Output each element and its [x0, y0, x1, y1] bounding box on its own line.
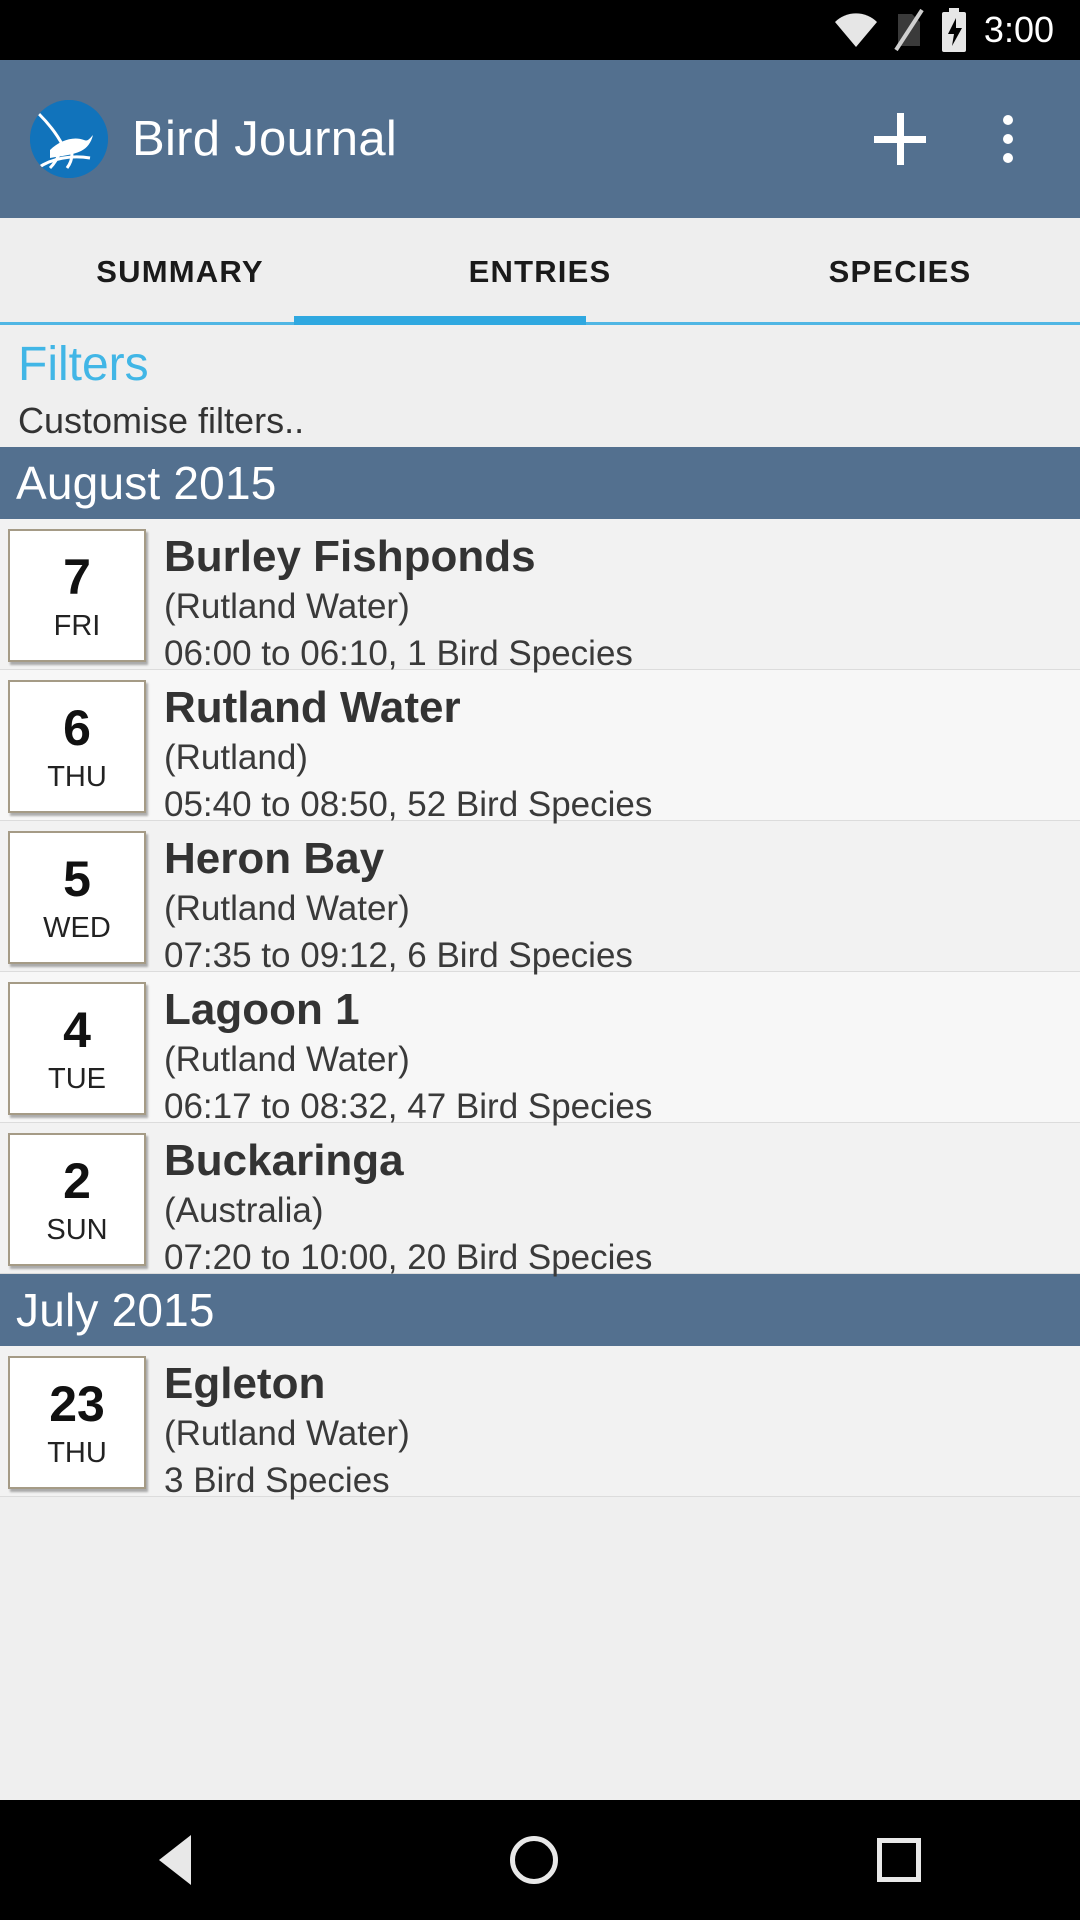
- entry-day-number: 5: [63, 850, 91, 907]
- entry-day-of-week: TUE: [48, 1062, 106, 1095]
- overflow-menu-button[interactable]: [962, 93, 1054, 185]
- tab-summary[interactable]: SUMMARY: [0, 218, 360, 325]
- entry-meta: 07:20 to 10:00, 20 Bird Species: [164, 1238, 653, 1277]
- entry-title: Lagoon 1: [164, 985, 360, 1034]
- entry-day-of-week: WED: [43, 911, 111, 944]
- entry-date-card: 6 THU: [8, 680, 146, 813]
- entry-location: (Rutland Water): [164, 587, 410, 626]
- entry-title: Heron Bay: [164, 834, 385, 883]
- wifi-icon: [834, 13, 878, 47]
- month-header: July 2015: [0, 1274, 1080, 1346]
- entry-row[interactable]: 4 TUE Lagoon 1 (Rutland Water) 06:17 to 08:3…: [0, 972, 1080, 1126]
- entry-date-card: 7 FRI: [8, 529, 146, 662]
- entry-title: Buckaringa: [164, 1136, 404, 1185]
- entry-date-card: 2 SUN: [8, 1133, 146, 1266]
- entry-date-card: 23 THU: [8, 1356, 146, 1489]
- filters-section[interactable]: Filters Customise filters..: [0, 325, 1080, 447]
- entry-body: Buckaringa (Australia) 07:20 to 10:00, 20 …: [164, 1133, 1080, 1281]
- entry-day-number: 2: [63, 1152, 91, 1209]
- entry-body: Lagoon 1 (Rutland Water) 06:17 to 08:32, 4…: [164, 982, 1080, 1130]
- entry-day-number: 4: [63, 1001, 91, 1058]
- entry-row[interactable]: 6 THU Rutland Water (Rutland) 05:40 to 08:50…: [0, 670, 1080, 824]
- app-root: 3:00 Bird Journal SUMMARY ENTRIES SPECIE…: [0, 0, 1080, 1920]
- entry-day-of-week: THU: [47, 760, 107, 793]
- entry-date-card: 4 TUE: [8, 982, 146, 1115]
- month-header: August 2015: [0, 447, 1080, 519]
- entry-day-of-week: THU: [47, 1436, 107, 1469]
- entry-location: (Australia): [164, 1191, 324, 1230]
- entry-title: Burley Fishponds: [164, 532, 536, 581]
- entry-location: (Rutland Water): [164, 1414, 410, 1453]
- entry-day-of-week: FRI: [53, 609, 101, 642]
- entries-list[interactable]: August 2015 7 FRI Burley Fishponds (Rutland …: [0, 447, 1080, 1920]
- tab-bar: SUMMARY ENTRIES SPECIES: [0, 218, 1080, 325]
- app-title: Bird Journal: [132, 112, 398, 166]
- entry-meta: 06:00 to 06:10, 1 Bird Species: [164, 634, 633, 673]
- status-bar-clock: 3:00: [983, 9, 1054, 50]
- entry-day-of-week: SUN: [46, 1213, 108, 1246]
- entry-date-card: 5 WED: [8, 831, 146, 964]
- tab-entries[interactable]: ENTRIES: [360, 218, 720, 325]
- entry-body: Heron Bay (Rutland Water) 07:35 to 09:12, …: [164, 831, 1080, 979]
- entry-row[interactable]: 5 WED Heron Bay (Rutland Water) 07:35 to 09:…: [0, 821, 1080, 975]
- entry-body: Burley Fishponds (Rutland Water) 06:00 to …: [164, 529, 1080, 677]
- entry-location: (Rutland Water): [164, 889, 410, 928]
- status-bar: 3:00: [0, 0, 1080, 60]
- battery-charging-icon: [940, 8, 968, 52]
- app-bar: Bird Journal: [0, 60, 1080, 218]
- entry-body: Egleton (Rutland Water) 3 Bird Species: [164, 1356, 1080, 1504]
- entry-meta: 3 Bird Species: [164, 1461, 390, 1500]
- entry-row[interactable]: 2 SUN Buckaringa (Australia) 07:20 to 10:00,…: [0, 1123, 1080, 1277]
- tab-species[interactable]: SPECIES: [720, 218, 1080, 325]
- bird-logo-icon: [30, 100, 108, 178]
- entry-title: Egleton: [164, 1359, 326, 1408]
- entry-meta: 07:35 to 09:12, 6 Bird Species: [164, 936, 633, 975]
- entry-row[interactable]: 23 THU Egleton (Rutland Water) 3 Bird Specie…: [0, 1346, 1080, 1500]
- entry-day-number: 6: [63, 699, 91, 756]
- entry-day-number: 7: [63, 548, 91, 605]
- filters-subtitle: Customise filters..: [18, 400, 305, 441]
- add-entry-button[interactable]: [854, 93, 946, 185]
- recents-square-icon[interactable]: [876, 1838, 921, 1882]
- back-triangle-icon[interactable]: [159, 1835, 192, 1885]
- sim-card-off-icon: [894, 8, 924, 52]
- tab-selected-indicator: [294, 316, 586, 325]
- entry-body: Rutland Water (Rutland) 05:40 to 08:50, 52…: [164, 680, 1080, 828]
- entry-location: (Rutland): [164, 738, 308, 777]
- entry-row[interactable]: 7 FRI Burley Fishponds (Rutland Water) 06:00…: [0, 519, 1080, 673]
- overflow-dot: [1003, 153, 1013, 163]
- entry-title: Rutland Water: [164, 683, 461, 732]
- system-navigation-bar: [0, 1800, 1080, 1920]
- entry-meta: 05:40 to 08:50, 52 Bird Species: [164, 785, 653, 824]
- entry-day-number: 23: [49, 1375, 105, 1432]
- home-circle-icon[interactable]: [509, 1836, 558, 1884]
- overflow-dot: [1003, 115, 1013, 125]
- entry-location: (Rutland Water): [164, 1040, 410, 1079]
- filters-title: Filters: [18, 338, 149, 391]
- overflow-dot: [1003, 134, 1013, 144]
- entry-meta: 06:17 to 08:32, 47 Bird Species: [164, 1087, 653, 1126]
